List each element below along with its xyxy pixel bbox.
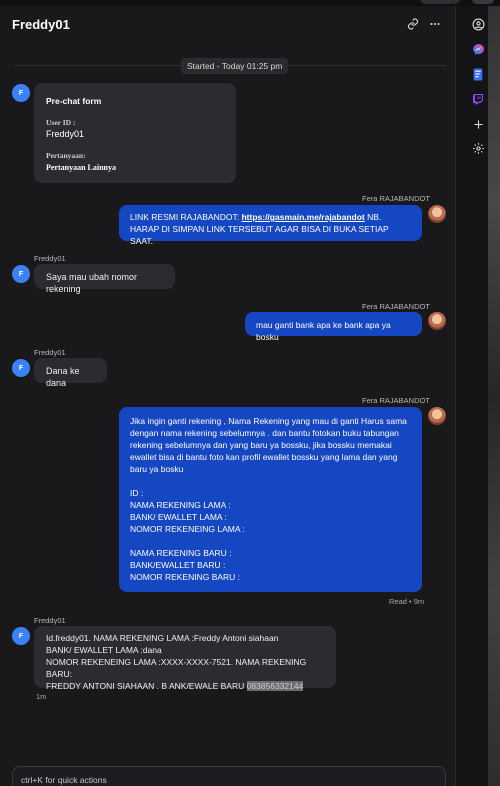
message-text: LINK RESMI RAJABANDOT:	[130, 212, 242, 222]
agent-name: Fera RAJABANDOT	[362, 194, 430, 203]
read-status: Read • 9m	[389, 597, 425, 606]
message-composer[interactable]	[12, 766, 446, 786]
highlighted-number: 083856332144	[246, 681, 304, 691]
message-input[interactable]	[21, 775, 421, 785]
form-label-question: Pertanyaan:	[46, 151, 86, 160]
form-value-question: Pertanyaan Lainnya	[46, 163, 117, 172]
more-icon[interactable]	[426, 15, 444, 33]
pre-chat-form-card: Pre-chat form User ID : Freddy01 Pertany…	[34, 83, 236, 183]
visitor-avatar: F	[12, 359, 30, 377]
agent-message-link: LINK RESMI RAJABANDOT: https://gasmain.m…	[119, 205, 422, 246]
right-sidebar	[456, 6, 500, 786]
agent-avatar	[428, 312, 446, 330]
visitor-avatar: F	[12, 265, 30, 283]
visitor-name: Freddy01	[34, 348, 66, 357]
visitor-avatar: F	[12, 627, 30, 645]
visitor-message: Dana ke dana	[34, 358, 107, 388]
rajabandot-link[interactable]: https://gasmain.me/rajabandot	[241, 212, 364, 222]
chat-title: Freddy01	[12, 17, 70, 32]
window-control-avatar[interactable]	[472, 0, 494, 4]
window-control[interactable]	[420, 0, 460, 4]
visitor-message-account-details: Id.freddy01. NAMA REKENING LAMA :Freddy …	[34, 626, 336, 691]
account-icon[interactable]	[469, 15, 487, 33]
visitor-message: Saya mau ubah nomor rekening	[34, 264, 175, 294]
add-icon[interactable]	[469, 115, 487, 133]
notes-icon[interactable]	[469, 65, 487, 83]
agent-name: Fera RAJABANDOT	[362, 302, 430, 311]
visitor-avatar: F	[12, 84, 30, 102]
visitor-name: Freddy01	[34, 254, 66, 263]
settings-icon[interactable]	[469, 139, 487, 157]
twitch-icon[interactable]	[469, 90, 487, 108]
agent-avatar	[428, 205, 446, 223]
background-strip	[488, 6, 500, 786]
form-title: Pre-chat form	[46, 96, 102, 106]
agent-avatar	[428, 407, 446, 425]
chat-header: Freddy01	[0, 6, 456, 44]
chat-panel: Freddy01 Started - Today 01:25 pm F Pre-…	[0, 6, 456, 786]
conversation-started-label: Started - Today 01:25 pm	[181, 58, 289, 74]
form-value-user-id: Freddy01	[46, 129, 85, 139]
agent-message-instructions: Jika ingin ganti rekening , Nama Rekenin…	[119, 407, 422, 592]
messenger-icon[interactable]	[469, 40, 487, 58]
link-icon[interactable]	[404, 15, 422, 33]
message-time: 1m	[36, 692, 47, 701]
agent-message: mau ganti bank apa ke bank apa ya bosku	[245, 312, 422, 342]
agent-name: Fera RAJABANDOT	[362, 396, 430, 405]
visitor-name: Freddy01	[34, 616, 66, 625]
